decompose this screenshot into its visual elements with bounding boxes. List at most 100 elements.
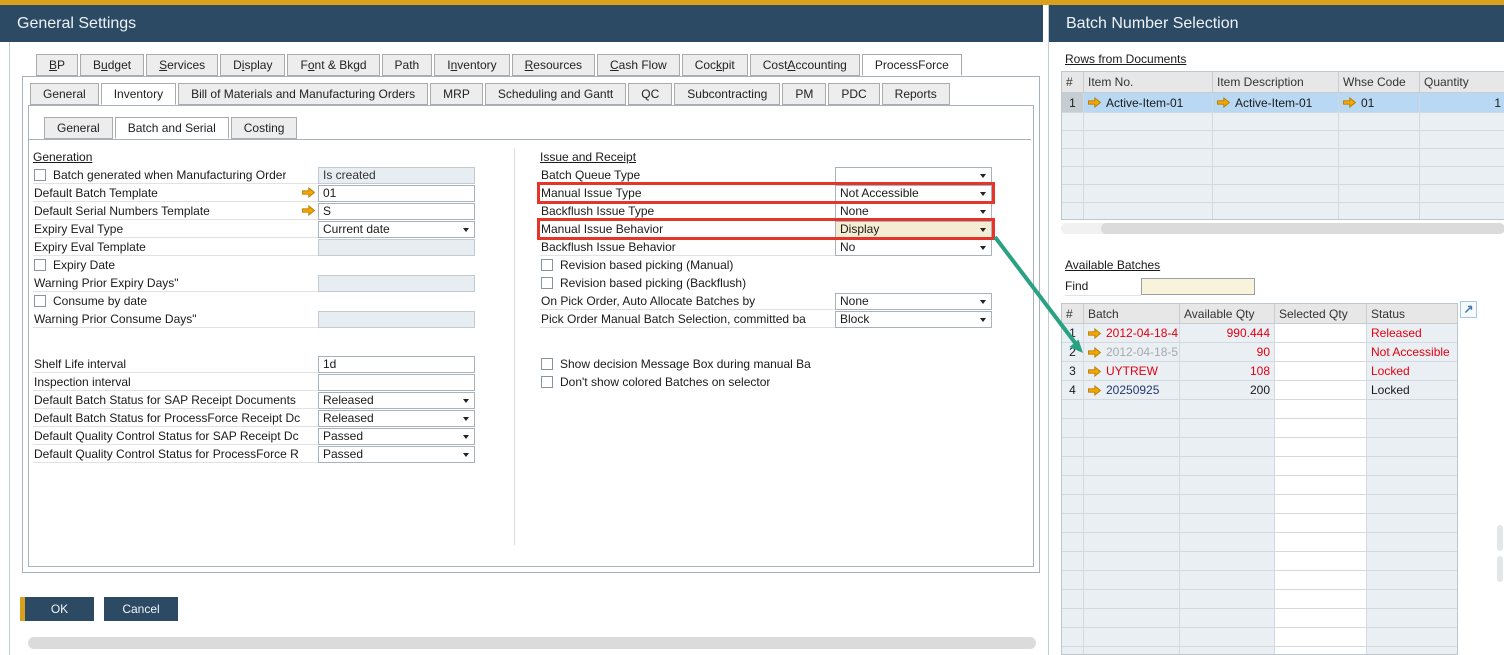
- link-arrow-icon[interactable]: [1088, 327, 1101, 339]
- link-arrow-icon[interactable]: [1088, 384, 1101, 396]
- ok-button[interactable]: OK: [20, 597, 94, 621]
- table-row[interactable]: 1 Active-Item-01 Active-Item-01 01 1: [1062, 93, 1504, 113]
- on-pick-order-auto-allocate-dropdown[interactable]: None: [835, 292, 992, 310]
- backflush-issue-type-dropdown[interactable]: None: [835, 202, 992, 220]
- table-row[interactable]: 1 2012-04-18-4 990.444 Released: [1062, 324, 1457, 343]
- selected-qty-cell[interactable]: [1275, 381, 1367, 400]
- tab-scheduling-and-gantt[interactable]: Scheduling and Gantt: [484, 83, 627, 105]
- tab-font-bkgd[interactable]: Fo nt & Bkgd: [287, 54, 380, 76]
- expand-table-icon[interactable]: ↗: [1460, 301, 1477, 318]
- consume-by-date-checkbox[interactable]: [34, 295, 46, 307]
- link-arrow-icon[interactable]: [1088, 365, 1101, 377]
- expiry-eval-type-dropdown[interactable]: Current date: [318, 220, 475, 238]
- tab-reports[interactable]: Reports: [881, 83, 950, 105]
- status-cell: Locked: [1367, 381, 1457, 400]
- table-row[interactable]: 3 UYTREW 108 Locked: [1062, 362, 1457, 381]
- tab-budget[interactable]: Bu dget: [80, 54, 145, 76]
- batch-cell[interactable]: 20250925: [1084, 381, 1180, 400]
- tab-general[interactable]: General: [30, 83, 99, 105]
- tab-display[interactable]: Di splay: [220, 54, 286, 76]
- tab-bill-of-materials-and-manufacturing-orders[interactable]: Bill of Materials and Manufacturing Orde…: [178, 83, 429, 105]
- column-header-[interactable]: #: [1062, 72, 1084, 93]
- tab-pdc[interactable]: PDC: [828, 83, 880, 105]
- tab-pm[interactable]: PM: [782, 83, 827, 105]
- tab-batch-and-serial[interactable]: Batch and Serial: [114, 117, 229, 139]
- table-row[interactable]: 4 20250925 200 Locked: [1062, 381, 1457, 400]
- batch-generated-when-mo-checkbox[interactable]: [34, 168, 46, 181]
- tab-processforce[interactable]: ProcessForce: [861, 54, 962, 76]
- default-qc-status-pf-receipt-dropdown[interactable]: Passed: [318, 445, 475, 463]
- tab-services[interactable]: Services: [146, 54, 219, 76]
- default-serial-numbers-template-input[interactable]: [318, 202, 475, 220]
- tab-mrp[interactable]: MRP: [430, 83, 483, 105]
- vertical-scrollbar-segment[interactable]: [1497, 525, 1503, 551]
- batch-cell[interactable]: UYTREW: [1084, 362, 1180, 381]
- item-no-cell[interactable]: Active-Item-01: [1084, 93, 1213, 113]
- revision-based-picking-manual-checkbox[interactable]: [541, 259, 553, 271]
- horizontal-scrollbar[interactable]: [28, 637, 1036, 649]
- link-arrow-icon[interactable]: [1088, 346, 1101, 358]
- default-batch-status-pf-receipt-dropdown[interactable]: Released: [318, 409, 475, 427]
- column-header-quantity[interactable]: Quantity: [1420, 72, 1504, 93]
- available-qty-cell: 200: [1180, 381, 1275, 400]
- rows-from-documents-table: # Item No. Item Description Whse Code Quanti…: [1061, 71, 1504, 220]
- vertical-scrollbar-segment[interactable]: [1497, 556, 1503, 582]
- column-header-whse-code[interactable]: Whse Code: [1339, 72, 1420, 93]
- default-batch-template-input[interactable]: [318, 184, 475, 202]
- manual-issue-type-dropdown[interactable]: Not Accessible: [835, 184, 992, 202]
- quantity-cell[interactable]: 1: [1420, 93, 1504, 113]
- column-header-selected-qty[interactable]: Selected Qty: [1275, 304, 1367, 324]
- expiry-date-checkbox[interactable]: [34, 259, 46, 271]
- tab-path[interactable]: Path: [381, 54, 433, 76]
- column-header-item-no[interactable]: Item No.: [1084, 72, 1213, 93]
- tab-resources[interactable]: Resources: [511, 54, 595, 76]
- link-arrow-icon[interactable]: [302, 205, 315, 216]
- status-cell: Not Accessible: [1367, 343, 1457, 362]
- selected-qty-cell[interactable]: [1275, 343, 1367, 362]
- tab-inventory[interactable]: Inventory: [100, 83, 177, 105]
- item-description-cell[interactable]: Active-Item-01: [1213, 93, 1339, 113]
- documents-scrollbar[interactable]: [1101, 223, 1504, 234]
- link-arrow-icon[interactable]: [1343, 97, 1356, 108]
- batch-cell[interactable]: 2012-04-18-4: [1084, 324, 1180, 343]
- backflush-issue-behavior-label: Backflush Issue Behavior: [540, 238, 835, 256]
- tab-bp[interactable]: BP: [36, 54, 79, 76]
- tab-general[interactable]: General: [44, 117, 113, 139]
- selected-qty-cell[interactable]: [1275, 362, 1367, 381]
- tab-subcontracting[interactable]: Subcontracting: [674, 83, 781, 105]
- dont-show-colored-batches-checkbox[interactable]: [541, 376, 553, 388]
- selected-qty-cell[interactable]: [1275, 324, 1367, 343]
- tab-qc[interactable]: QC: [628, 83, 673, 105]
- column-header-batch[interactable]: Batch: [1084, 304, 1180, 324]
- cancel-button[interactable]: Cancel: [104, 597, 178, 621]
- column-header-status[interactable]: Status: [1367, 304, 1457, 324]
- pick-order-manual-batch-selection-dropdown[interactable]: Block: [835, 310, 992, 328]
- empty-table-row: [1062, 628, 1457, 647]
- column-header-available-qty[interactable]: Available Qty: [1180, 304, 1275, 324]
- default-batch-status-sap-receipt: Default Batch Status for SAP Receipt Doc…: [33, 391, 475, 409]
- table-row[interactable]: 2 2012-04-18-5 90 Not Accessible: [1062, 343, 1457, 362]
- link-arrow-icon[interactable]: [1088, 97, 1101, 108]
- column-header-item-description[interactable]: Item Description: [1213, 72, 1339, 93]
- shelf-life-interval-input[interactable]: [318, 355, 475, 373]
- manual-issue-behavior-dropdown[interactable]: Display: [835, 220, 992, 238]
- batch-queue-type-dropdown[interactable]: [835, 166, 992, 184]
- tab-cockpit[interactable]: Coc k pit: [681, 54, 748, 76]
- column-header-[interactable]: #: [1062, 304, 1084, 324]
- find-input[interactable]: [1141, 278, 1255, 295]
- warning-prior-expiry-days-text: Warning Prior Expiry Days": [34, 275, 179, 290]
- show-decision-message-box-checkbox[interactable]: [541, 358, 553, 370]
- revision-based-picking-backflush-checkbox[interactable]: [541, 277, 553, 289]
- batch-cell[interactable]: 2012-04-18-5: [1084, 343, 1180, 362]
- tab-cash-flow[interactable]: Cash Flow: [597, 54, 680, 76]
- default-qc-status-sap-receipt-dropdown[interactable]: Passed: [318, 427, 475, 445]
- backflush-issue-behavior-dropdown[interactable]: No: [835, 238, 992, 256]
- inspection-interval-input[interactable]: [318, 373, 475, 391]
- link-arrow-icon[interactable]: [1217, 97, 1230, 108]
- link-arrow-icon[interactable]: [302, 187, 315, 198]
- tab-costing[interactable]: Costing: [230, 117, 298, 139]
- whse-code-cell[interactable]: 01: [1339, 93, 1420, 113]
- tab-inventory[interactable]: Inventory: [434, 54, 510, 76]
- tab-cost-accounting[interactable]: Cost Accounting: [749, 54, 860, 76]
- default-batch-status-sap-receipt-dropdown[interactable]: Released: [318, 391, 475, 409]
